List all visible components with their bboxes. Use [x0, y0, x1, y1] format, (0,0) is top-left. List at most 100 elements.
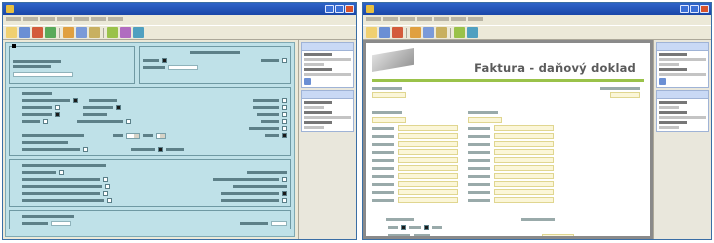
menu-item[interactable] — [91, 17, 106, 21]
paste-icon[interactable] — [436, 27, 447, 38]
help-icon[interactable] — [467, 27, 478, 38]
cut-icon[interactable] — [410, 27, 421, 38]
address-field[interactable] — [398, 189, 458, 195]
row-checkbox[interactable] — [103, 191, 108, 196]
row-checkbox[interactable] — [105, 184, 110, 189]
minimize-button[interactable] — [325, 5, 334, 13]
save-icon[interactable] — [6, 27, 17, 38]
help-icon[interactable] — [133, 27, 144, 38]
row-checkbox[interactable] — [126, 119, 131, 124]
address-field[interactable] — [494, 189, 554, 195]
menu-item[interactable] — [23, 17, 38, 21]
row-checkbox[interactable] — [282, 177, 287, 182]
close-button[interactable] — [345, 5, 354, 13]
document-icon[interactable] — [304, 78, 311, 85]
address-field[interactable] — [468, 117, 502, 123]
dropdown[interactable] — [156, 132, 166, 139]
text-field[interactable] — [168, 65, 198, 70]
address-field[interactable] — [398, 149, 458, 155]
maximize-button[interactable] — [335, 5, 344, 13]
block-heading — [190, 51, 240, 54]
row-checkbox[interactable] — [282, 105, 287, 110]
row-checkbox[interactable] — [103, 177, 108, 182]
row-checkbox[interactable] — [55, 105, 60, 110]
row-checkbox[interactable] — [43, 119, 48, 124]
menu-item[interactable] — [108, 17, 123, 21]
menu-item[interactable] — [434, 17, 449, 21]
address-field[interactable] — [494, 181, 554, 187]
address-field[interactable] — [398, 133, 458, 139]
copy-icon[interactable] — [76, 27, 87, 38]
option-checkbox[interactable] — [162, 58, 167, 63]
address-field[interactable] — [494, 197, 554, 203]
approve-icon[interactable] — [107, 27, 118, 38]
option-checkbox[interactable] — [282, 58, 287, 63]
menu-item[interactable] — [400, 17, 415, 21]
menu-item[interactable] — [6, 17, 21, 21]
cut-icon[interactable] — [63, 27, 74, 38]
menu-item[interactable] — [57, 17, 72, 21]
preview-icon[interactable] — [45, 27, 56, 38]
print-icon[interactable] — [392, 27, 403, 38]
row-checkbox[interactable] — [282, 133, 287, 138]
open-icon[interactable] — [379, 27, 390, 38]
open-icon[interactable] — [19, 27, 30, 38]
document-icon[interactable] — [659, 78, 666, 85]
row-checkbox[interactable] — [282, 126, 287, 131]
row-checkbox[interactable] — [73, 98, 78, 103]
address-field[interactable] — [398, 141, 458, 147]
attach-icon[interactable] — [120, 27, 131, 38]
address-field[interactable] — [398, 197, 458, 203]
print-icon[interactable] — [32, 27, 43, 38]
menu-item[interactable] — [366, 17, 381, 21]
save-icon[interactable] — [366, 27, 377, 38]
menu-item[interactable] — [468, 17, 483, 21]
address-field[interactable] — [494, 173, 554, 179]
minimize-button[interactable] — [680, 5, 689, 13]
address-field[interactable] — [494, 149, 554, 155]
invoice-number-field[interactable] — [372, 92, 406, 98]
address-field[interactable] — [372, 117, 406, 123]
menu-item[interactable] — [74, 17, 89, 21]
variable-symbol-field[interactable] — [610, 92, 640, 98]
address-field[interactable] — [494, 165, 554, 171]
address-field[interactable] — [398, 181, 458, 187]
menu-item[interactable] — [383, 17, 398, 21]
row-checkbox[interactable] — [59, 170, 64, 175]
address-field[interactable] — [494, 125, 554, 131]
approve-icon[interactable] — [454, 27, 465, 38]
menu-item[interactable] — [40, 17, 55, 21]
address-field[interactable] — [494, 157, 554, 163]
header-field[interactable] — [13, 72, 73, 77]
payment-checkbox[interactable] — [424, 225, 429, 230]
title-bar[interactable] — [3, 3, 356, 15]
menu-item[interactable] — [417, 17, 432, 21]
payment-checkbox[interactable] — [401, 225, 406, 230]
address-field[interactable] — [494, 141, 554, 147]
dropdown[interactable] — [126, 132, 140, 139]
row-checkbox[interactable] — [107, 198, 112, 203]
row-checkbox[interactable] — [116, 105, 121, 110]
maximize-button[interactable] — [690, 5, 699, 13]
row-checkbox[interactable] — [282, 112, 287, 117]
row-checkbox[interactable] — [83, 147, 88, 152]
row-checkbox[interactable] — [282, 98, 287, 103]
copy-icon[interactable] — [423, 27, 434, 38]
row-checkbox[interactable] — [158, 147, 163, 152]
total-field[interactable] — [542, 234, 574, 236]
row-checkbox[interactable] — [282, 191, 287, 196]
close-button[interactable] — [700, 5, 709, 13]
row-checkbox[interactable] — [282, 119, 287, 124]
address-field[interactable] — [398, 165, 458, 171]
paste-icon[interactable] — [89, 27, 100, 38]
address-field[interactable] — [398, 125, 458, 131]
address-field[interactable] — [494, 133, 554, 139]
row-checkbox[interactable] — [282, 198, 287, 203]
address-field[interactable] — [398, 157, 458, 163]
address-field[interactable] — [398, 173, 458, 179]
row-checkbox[interactable] — [55, 112, 60, 117]
text-field[interactable] — [51, 221, 71, 226]
menu-item[interactable] — [451, 17, 466, 21]
text-field[interactable] — [271, 221, 287, 226]
title-bar[interactable] — [363, 3, 711, 15]
